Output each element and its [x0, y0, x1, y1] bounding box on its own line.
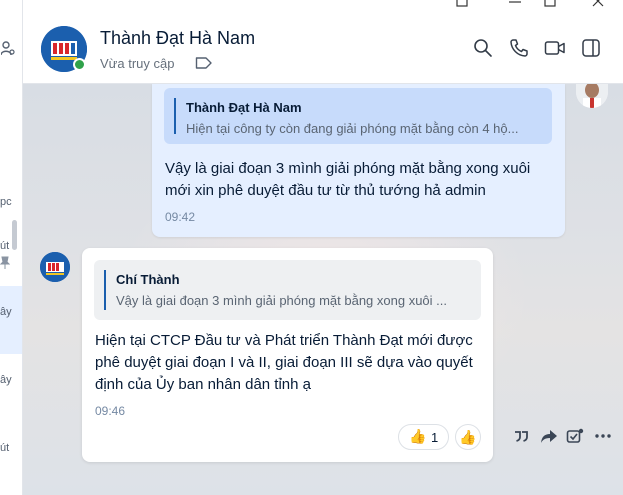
window-title-bar — [23, 0, 623, 12]
video-call-icon[interactable] — [544, 38, 566, 63]
pin-icon — [0, 256, 11, 275]
sent-message-bubble[interactable]: Thành Đạt Hà Nam Hiện tại công ty còn đa… — [152, 84, 565, 237]
message-text-line: phê duyệt giai đoạn I và II, giai đoạn I… — [95, 354, 473, 371]
quote-reply-icon[interactable] — [513, 428, 529, 449]
message-time: 09:46 — [95, 404, 126, 418]
quote-author: Chí Thành — [116, 272, 180, 287]
conversation-title[interactable]: Thành Đạt Hà Nam — [100, 28, 255, 49]
thumbs-up-icon: 👍 — [409, 428, 427, 444]
quote-text: Hiện tại công ty còn đang giải phóng mặt… — [186, 121, 519, 136]
quoted-message[interactable]: Chí Thành Vậy là giai đoạn 3 mình giải p… — [94, 260, 481, 320]
list-item-fragment[interactable]: ây — [0, 306, 12, 318]
add-reaction-button[interactable]: 👍 — [455, 424, 481, 450]
message-text-line: Hiện tại CTCP Đầu tư và Phát triển Thành… — [95, 332, 473, 349]
chat-message-area[interactable]: Thành Đạt Hà Nam Hiện tại công ty còn đa… — [23, 84, 623, 495]
last-seen-status: Vừa truy cập — [100, 56, 175, 71]
message-text-line: mới xin phê duyệt đầu tư từ thủ tướng hả… — [165, 182, 486, 199]
list-item-fragment[interactable]: ây — [0, 374, 12, 386]
list-item-fragment[interactable]: út — [0, 240, 9, 252]
reaction-summary[interactable]: 👍 1 — [398, 424, 449, 450]
conversation-header: Thành Đạt Hà Nam Vừa truy cập — [23, 12, 623, 84]
list-scrollbar[interactable] — [12, 220, 17, 250]
conversation-list-edge: pc út ây ây út — [0, 0, 23, 495]
tag-icon[interactable] — [195, 56, 213, 75]
quote-text: Vậy là giai đoạn 3 mình giải phóng mặt b… — [116, 293, 447, 308]
list-item-fragment[interactable]: út — [0, 442, 9, 454]
active-conversation-row[interactable] — [0, 286, 22, 354]
phone-call-icon[interactable] — [509, 38, 529, 63]
more-options-icon[interactable] — [594, 428, 612, 449]
people-icon[interactable] — [0, 40, 15, 63]
sender-avatar[interactable] — [40, 252, 70, 282]
search-icon[interactable] — [473, 38, 493, 63]
message-time: 09:42 — [165, 210, 196, 224]
add-task-icon[interactable] — [566, 428, 584, 449]
list-item-fragment[interactable]: pc — [0, 196, 12, 208]
my-avatar[interactable] — [576, 84, 608, 108]
conversation-info-panel-icon[interactable] — [581, 38, 601, 63]
quote-author: Thành Đạt Hà Nam — [186, 100, 302, 115]
message-text-line: Vậy là giai đoạn 3 mình giải phóng mặt b… — [165, 160, 531, 177]
online-status-dot — [73, 58, 86, 71]
received-message-bubble[interactable]: Chí Thành Vậy là giai đoạn 3 mình giải p… — [82, 248, 493, 462]
quoted-message[interactable]: Thành Đạt Hà Nam Hiện tại công ty còn đa… — [164, 88, 552, 144]
forward-icon[interactable] — [540, 428, 558, 449]
reaction-count: 1 — [431, 430, 439, 445]
message-text-line: định của Ủy ban nhân dân tỉnh ạ — [95, 376, 311, 393]
